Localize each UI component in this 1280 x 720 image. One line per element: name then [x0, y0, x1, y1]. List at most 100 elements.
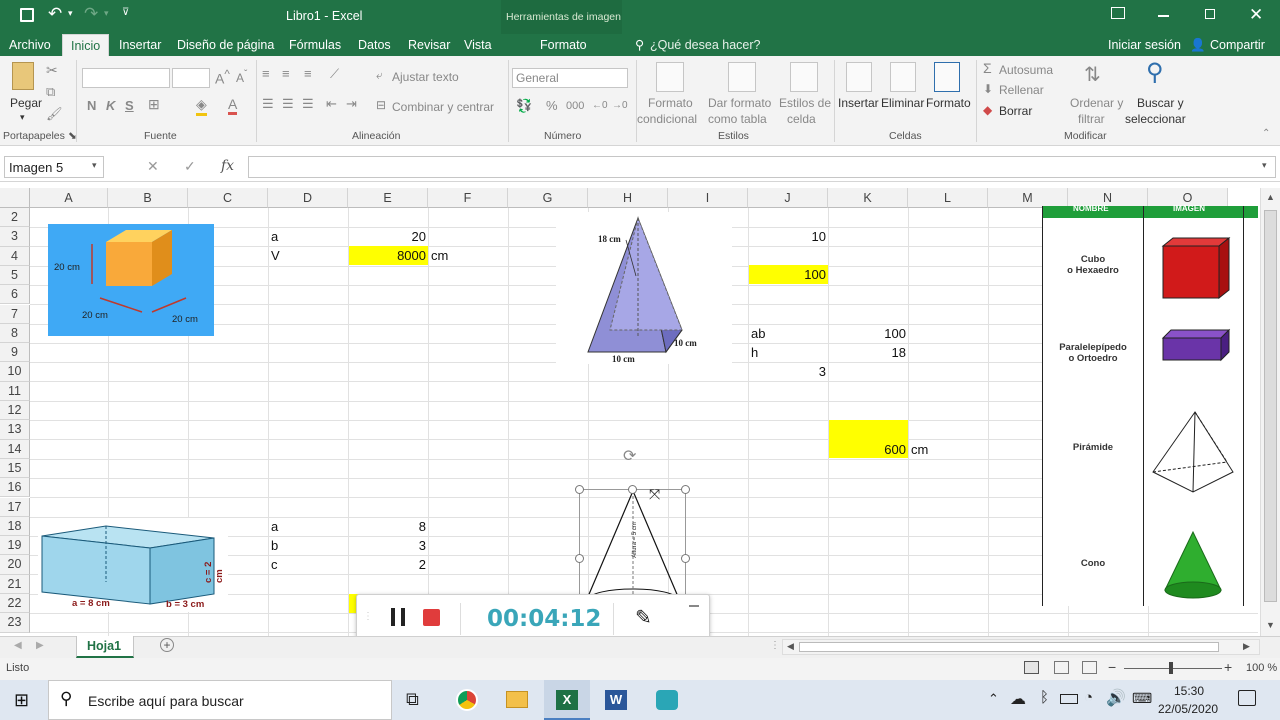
align-middle-icon[interactable]: ≡	[282, 66, 290, 81]
tab-formato[interactable]: Formato	[540, 34, 587, 56]
task-view-icon[interactable]: ⧉	[406, 689, 419, 710]
insert-cells-icon[interactable]	[846, 62, 872, 92]
currency-icon[interactable]: 💱	[516, 98, 532, 114]
cell-j9[interactable]: h	[751, 345, 758, 360]
format-as-table-icon[interactable]	[728, 62, 756, 92]
cell-e19[interactable]: 3	[349, 538, 426, 553]
autosum-icon[interactable]: Σ	[983, 60, 992, 76]
column-header-d[interactable]: D	[268, 188, 348, 208]
delete-cells-button[interactable]: Eliminar	[881, 96, 924, 110]
cell-j3[interactable]: 10	[749, 229, 826, 244]
align-right-icon[interactable]: ☰	[302, 96, 314, 112]
taskbar-search-placeholder[interactable]: Escribe aquí para buscar	[88, 693, 244, 709]
font-color-icon[interactable]: A	[228, 96, 238, 115]
clock-date[interactable]: 22/05/2020	[1158, 702, 1218, 716]
row-header-12[interactable]: 12	[0, 401, 30, 421]
row-header-10[interactable]: 10	[0, 362, 30, 382]
cell-e18[interactable]: 8	[349, 519, 426, 534]
wrap-text-button[interactable]: Ajustar texto	[392, 70, 459, 84]
percent-icon[interactable]: %	[546, 98, 558, 113]
row-header-14[interactable]: 14	[0, 439, 30, 459]
formula-input[interactable]	[248, 156, 1276, 178]
zoom-in-icon[interactable]: +	[1224, 659, 1232, 675]
cell-styles-icon[interactable]	[790, 62, 818, 92]
merge-center-icon[interactable]: ⊟	[376, 98, 386, 112]
cell-j5[interactable]: 100	[749, 267, 826, 282]
fill-icon[interactable]: ⬇	[983, 82, 993, 96]
normal-view-icon[interactable]	[1024, 661, 1039, 674]
cell-e3[interactable]: 20	[349, 229, 426, 244]
scroll-left-icon[interactable]: ◀	[787, 641, 794, 652]
bold-button[interactable]: N	[87, 98, 96, 113]
decrease-font-icon[interactable]: Aˇ	[236, 69, 247, 85]
find-select-label-2[interactable]: seleccionar	[1125, 112, 1186, 126]
sort-filter-label-2[interactable]: filtrar	[1078, 112, 1105, 126]
column-header-i[interactable]: I	[668, 188, 748, 208]
delete-cells-icon[interactable]	[890, 62, 916, 92]
resize-handle-tr[interactable]	[681, 485, 690, 494]
cell-k9[interactable]: 18	[829, 345, 906, 360]
sign-in-link[interactable]: Iniciar sesión	[1108, 34, 1181, 56]
row-header-9[interactable]: 9	[0, 343, 30, 363]
cell-d4[interactable]: V	[271, 248, 280, 263]
cell-l14[interactable]: cm	[911, 442, 928, 457]
cell-e20[interactable]: 2	[349, 557, 426, 572]
copy-icon[interactable]: ⧉	[46, 84, 55, 100]
insert-function-icon[interactable]: fx	[221, 158, 234, 174]
row-header-15[interactable]: 15	[0, 458, 30, 479]
italic-button[interactable]: K	[106, 98, 115, 113]
row-header-6[interactable]: 6	[0, 285, 30, 305]
fill-color-icon[interactable]: ◈	[196, 96, 207, 116]
underline-button[interactable]: S	[125, 98, 134, 113]
row-header-8[interactable]: 8	[0, 323, 30, 344]
chrome-icon[interactable]	[456, 689, 478, 711]
scroll-thumb[interactable]	[1264, 210, 1277, 602]
pyramid-image[interactable]: 18 cm 10 cm 10 cm	[556, 212, 732, 364]
geometry-table-image[interactable]: NOMBRE IMAGEN Cubo o Hexaedro Paralelepí…	[1042, 204, 1258, 606]
stop-icon[interactable]	[423, 609, 440, 626]
tell-me-box[interactable]: ¿Qué desea hacer?	[650, 34, 761, 56]
prism-image[interactable]: a = 8 cm b = 3 cm c = 2 cm	[38, 518, 228, 612]
tab-archivo[interactable]: Archivo	[9, 34, 51, 56]
scroll-down-icon[interactable]: ▼	[1266, 620, 1275, 630]
column-header-j[interactable]: J	[748, 188, 828, 208]
row-header-7[interactable]: 7	[0, 304, 30, 324]
row-header-23[interactable]: 23	[0, 613, 30, 633]
row-header-2[interactable]: 2	[0, 208, 30, 228]
ribbon-display-icon[interactable]	[1111, 7, 1125, 19]
cell-f4[interactable]: cm	[431, 248, 448, 263]
column-header-k[interactable]: K	[828, 188, 908, 208]
font-name-box[interactable]	[82, 68, 170, 88]
cut-icon[interactable]: ✂	[46, 62, 58, 79]
paste-dropdown-icon[interactable]: ▾	[20, 112, 25, 123]
resize-handle-mr[interactable]	[681, 554, 690, 563]
recorder-grip-icon[interactable]: ⋮	[363, 611, 373, 622]
resize-handle-tl[interactable]	[575, 485, 584, 494]
autosum-button[interactable]: Autosuma	[999, 63, 1053, 77]
minimize-icon[interactable]	[1158, 15, 1169, 17]
conditional-format-icon[interactable]	[656, 62, 684, 92]
enter-icon[interactable]: ✓	[184, 158, 196, 175]
cell-j10[interactable]: 3	[749, 364, 826, 379]
sort-filter-label-1[interactable]: Ordenar y	[1070, 96, 1123, 110]
cell-styles-label-1[interactable]: Estilos de	[779, 96, 831, 110]
align-center-icon[interactable]: ☰	[282, 96, 294, 112]
thousands-icon[interactable]: 000	[566, 100, 584, 112]
tab-vista[interactable]: Vista	[464, 34, 492, 56]
expand-formula-icon[interactable]: ▾	[1262, 160, 1267, 171]
undo-icon[interactable]: ↶	[48, 4, 62, 24]
row-header-20[interactable]: 20	[0, 555, 30, 575]
row-header-21[interactable]: 21	[0, 574, 30, 594]
column-header-l[interactable]: L	[908, 188, 988, 208]
tab-datos[interactable]: Datos	[358, 34, 391, 56]
column-header-h[interactable]: H	[588, 188, 668, 208]
paste-icon[interactable]	[12, 62, 34, 90]
format-cells-button[interactable]: Formato	[926, 96, 971, 110]
row-header-13[interactable]: 13	[0, 420, 30, 440]
cloud-icon[interactable]: ☁	[1010, 689, 1026, 709]
page-break-icon[interactable]	[1082, 661, 1097, 674]
battery-icon[interactable]	[1060, 694, 1078, 704]
sort-filter-icon[interactable]: ⇅	[1084, 62, 1101, 87]
windows-start-icon[interactable]: ⊞	[14, 690, 29, 711]
format-painter-icon[interactable]: 🖌	[46, 106, 63, 122]
